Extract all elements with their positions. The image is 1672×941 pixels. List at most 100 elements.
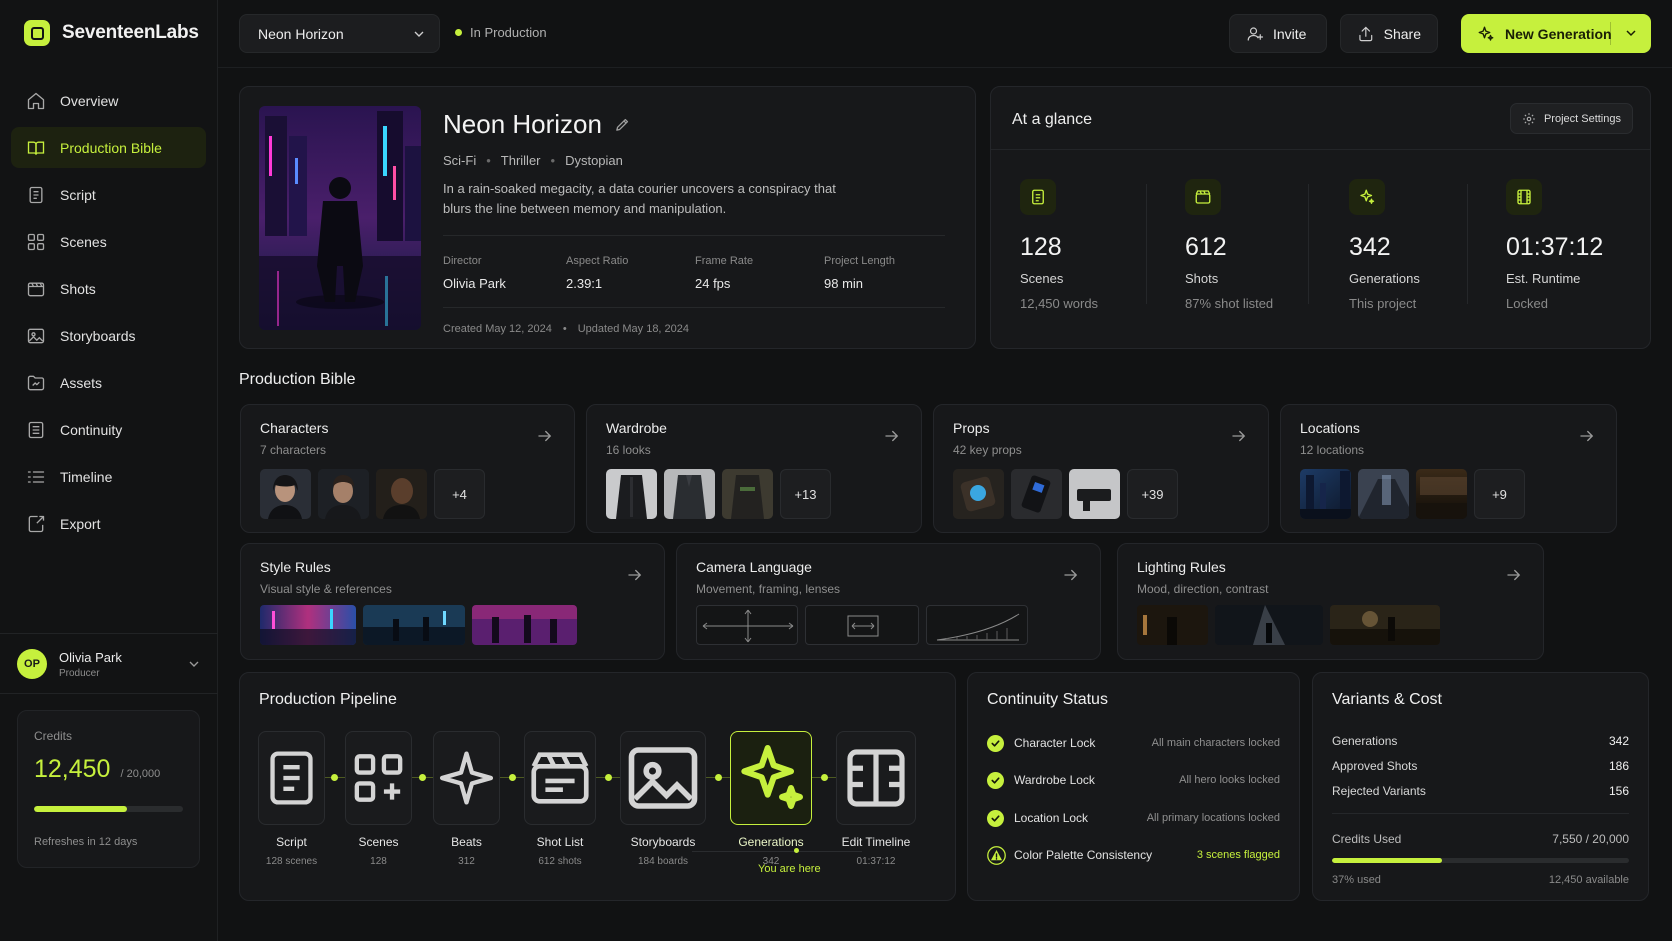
bible-card-characters[interactable]: Characters 7 characters +4 xyxy=(240,404,575,533)
arrow-right-icon[interactable] xyxy=(1230,427,1248,445)
sidebar-item-assets[interactable]: Assets xyxy=(11,362,206,403)
sidebar-item-export[interactable]: Export xyxy=(11,503,206,544)
sidebar-item-timeline[interactable]: Timeline xyxy=(11,456,206,497)
bible-card-style-rules[interactable]: Style Rules Visual style & references xyxy=(240,543,665,660)
more-count[interactable]: +39 xyxy=(1127,469,1178,519)
continuity-name: Character Lock xyxy=(1014,736,1096,750)
pipeline-step-storyboards[interactable]: Storyboards 184 boards xyxy=(620,731,706,867)
stat-sub: 12,450 words xyxy=(1020,296,1099,311)
style-reference-image[interactable] xyxy=(472,605,577,645)
more-count[interactable]: +4 xyxy=(434,469,485,519)
continuity-row[interactable]: Location Lock All primary locations lock… xyxy=(987,808,1280,828)
sidebar: SeventeenLabs Overview Production Bible … xyxy=(0,0,218,941)
edit-pencil-icon[interactable] xyxy=(614,116,631,133)
pipeline-step-shot-list[interactable]: Shot List 612 shots xyxy=(524,731,596,867)
wardrobe-thumbnail[interactable] xyxy=(606,469,657,519)
lighting-reference-image[interactable] xyxy=(1137,605,1208,645)
credits-panel: Credits 12,450 / 20,000 Refreshes in 12 … xyxy=(17,710,200,868)
you-are-here-label: You are here xyxy=(758,863,821,875)
wardrobe-thumbnail[interactable] xyxy=(722,469,773,519)
bible-card-lighting-rules[interactable]: Lighting Rules Mood, direction, contrast xyxy=(1117,543,1544,660)
variants-row: Rejected Variants 156 xyxy=(1332,784,1629,798)
continuity-row[interactable]: Color Palette Consistency 3 scenes flagg… xyxy=(987,845,1280,865)
pipeline-step-script[interactable]: Script 128 scenes xyxy=(258,731,325,867)
credits-used-percent: 37% used xyxy=(1332,874,1381,886)
step-name: Edit Timeline xyxy=(841,835,911,849)
continuity-row[interactable]: Character Lock All main characters locke… xyxy=(987,733,1280,753)
credits-used-bar xyxy=(1332,858,1629,863)
genre-tag: Thriller xyxy=(500,153,541,168)
continuity-row[interactable]: Wardrobe Lock All hero looks locked xyxy=(987,770,1280,790)
location-thumbnail[interactable] xyxy=(1358,469,1409,519)
arrow-right-icon[interactable] xyxy=(1505,566,1523,584)
pipeline-step-scenes[interactable]: Scenes 128 xyxy=(345,731,412,867)
location-thumbnail[interactable] xyxy=(1416,469,1467,519)
sidebar-item-label: Assets xyxy=(60,374,103,391)
project-settings-button[interactable]: Project Settings xyxy=(1509,103,1633,134)
chevron-down-icon[interactable] xyxy=(1623,25,1639,41)
prop-thumbnail[interactable] xyxy=(953,469,1004,519)
more-count[interactable]: +9 xyxy=(1474,469,1525,519)
arrow-right-icon[interactable] xyxy=(536,427,554,445)
user-menu[interactable]: OP Olivia Park Producer xyxy=(17,646,202,682)
arrow-right-icon[interactable] xyxy=(883,427,901,445)
style-reference-image[interactable] xyxy=(260,605,356,645)
lighting-reference-image[interactable] xyxy=(1330,605,1440,645)
project-settings-label: Project Settings xyxy=(1543,112,1621,125)
chevron-down-icon[interactable] xyxy=(186,656,202,672)
camera-movement-diagram[interactable] xyxy=(696,605,798,645)
arrow-right-icon[interactable] xyxy=(1578,427,1596,445)
pipeline-step-beats[interactable]: Beats 312 xyxy=(433,731,500,867)
sidebar-item-shots[interactable]: Shots xyxy=(11,268,206,309)
card-subtitle: 16 looks xyxy=(606,443,651,457)
step-count: 312 xyxy=(458,856,475,867)
bible-card-props[interactable]: Props 42 key props +39 xyxy=(933,404,1269,533)
film-icon xyxy=(837,732,915,824)
arrow-right-icon[interactable] xyxy=(1062,566,1080,584)
arrow-right-icon[interactable] xyxy=(626,566,644,584)
bible-card-locations[interactable]: Locations 12 locations +9 xyxy=(1280,404,1617,533)
sidebar-item-script[interactable]: Script xyxy=(11,174,206,215)
created-date: Created May 12, 2024 xyxy=(443,323,552,335)
wardrobe-thumbnail[interactable] xyxy=(664,469,715,519)
lighting-reference-image[interactable] xyxy=(1215,605,1323,645)
user-name: Olivia Park xyxy=(59,649,122,665)
location-thumbnail[interactable] xyxy=(1300,469,1351,519)
project-poster-image[interactable] xyxy=(259,106,421,330)
camera-lens-diagram[interactable] xyxy=(926,605,1028,645)
continuity-name: Color Palette Consistency xyxy=(1014,848,1153,862)
sidebar-item-scenes[interactable]: Scenes xyxy=(11,221,206,262)
share-button[interactable]: Share xyxy=(1340,14,1438,53)
logo[interactable]: SeventeenLabs xyxy=(24,20,199,46)
genre-tag: Dystopian xyxy=(565,153,623,168)
genre-separator: • xyxy=(486,153,491,168)
character-thumbnail[interactable] xyxy=(376,469,427,519)
credits-max: / 20,000 xyxy=(120,768,161,780)
camera-framing-diagram[interactable] xyxy=(805,605,919,645)
project-selector[interactable]: Neon Horizon xyxy=(239,14,440,53)
bible-card-camera-language[interactable]: Camera Language Movement, framing, lense… xyxy=(676,543,1101,660)
sidebar-item-production-bible[interactable]: Production Bible xyxy=(11,127,206,168)
style-reference-image[interactable] xyxy=(363,605,465,645)
pipeline-step-edit-timeline[interactable]: Edit Timeline 01:37:12 xyxy=(836,731,916,867)
invite-button[interactable]: Invite xyxy=(1229,14,1327,53)
avatar: OP xyxy=(17,649,47,679)
pipeline-step-generations[interactable]: Generations 342 xyxy=(730,731,812,867)
new-generation-button[interactable]: New Generation xyxy=(1461,14,1651,53)
sidebar-item-overview[interactable]: Overview xyxy=(11,80,206,121)
card-subtitle: Mood, direction, contrast xyxy=(1137,582,1269,596)
prop-thumbnail[interactable] xyxy=(1069,469,1120,519)
sidebar-item-label: Shots xyxy=(60,280,96,297)
share-label: Share xyxy=(1383,25,1421,42)
prop-thumbnail[interactable] xyxy=(1011,469,1062,519)
share-icon xyxy=(1357,25,1375,43)
more-count[interactable]: +13 xyxy=(780,469,831,519)
sidebar-item-continuity[interactable]: Continuity xyxy=(11,409,206,450)
sidebar-item-storyboards[interactable]: Storyboards xyxy=(11,315,206,356)
meta-label: Director xyxy=(443,255,482,267)
user-plus-icon xyxy=(1246,25,1264,43)
character-thumbnail[interactable] xyxy=(318,469,369,519)
character-thumbnail[interactable] xyxy=(260,469,311,519)
bible-card-wardrobe[interactable]: Wardrobe 16 looks +13 xyxy=(586,404,922,533)
topbar-divider xyxy=(218,67,1672,68)
